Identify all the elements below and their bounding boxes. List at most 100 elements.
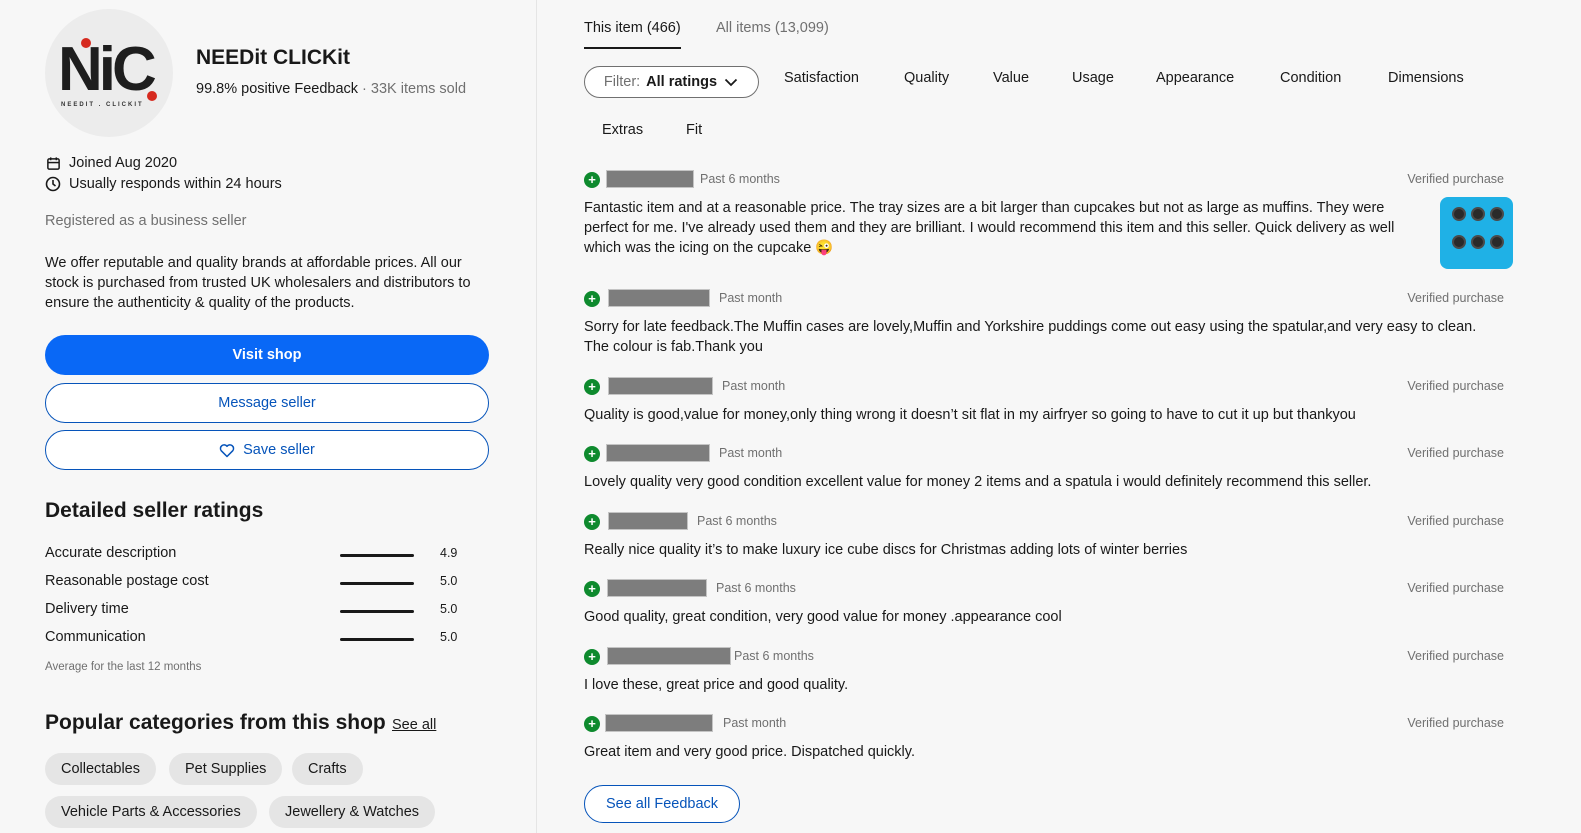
- rating-value: 5.0: [440, 574, 458, 588]
- seller-name[interactable]: NEEDit CLICKit: [196, 46, 350, 70]
- category-chip[interactable]: Vehicle Parts & Accessories: [45, 796, 257, 828]
- responds-line: Usually responds within 24 hours: [45, 176, 282, 192]
- rating-value: 5.0: [440, 602, 458, 616]
- photo-detail: [1490, 235, 1504, 249]
- verified-purchase: Verified purchase: [1407, 716, 1504, 730]
- photo-detail: [1471, 235, 1485, 249]
- verified-purchase: Verified purchase: [1407, 581, 1504, 595]
- redacted-username: [606, 444, 710, 462]
- ratings-filter-dropdown[interactable]: Filter: All ratings: [584, 66, 759, 98]
- clock-icon: [45, 176, 61, 192]
- category-chip[interactable]: Collectables: [45, 753, 156, 785]
- items-sold: 33K items sold: [370, 81, 467, 97]
- positive-feedback: 99.8% positive Feedback: [196, 81, 359, 97]
- tab-this-item[interactable]: This item (466): [584, 20, 681, 36]
- logo-dot: [81, 38, 91, 48]
- positive-rating-icon: +: [584, 716, 600, 732]
- review-time: Past month: [719, 291, 783, 305]
- see-all-categories-link[interactable]: See all: [392, 717, 436, 733]
- review-text: I love these, great price and good quali…: [584, 677, 849, 693]
- visit-shop-label: Visit shop: [232, 347, 302, 363]
- joined-line: Joined Aug 2020: [45, 155, 177, 171]
- stats-separator: ·: [362, 81, 367, 97]
- review-text: Sorry for late feedback.The Muffin cases…: [584, 319, 1477, 355]
- message-seller-label: Message seller: [218, 395, 316, 411]
- rating-label: Accurate description: [45, 545, 177, 561]
- rating-bar: [340, 582, 414, 585]
- category-chip[interactable]: Pet Supplies: [169, 753, 283, 785]
- aspect-dimensions[interactable]: Dimensions: [1388, 70, 1464, 86]
- review-text: Lovely quality very good condition excel…: [584, 474, 1372, 490]
- tab-all-items[interactable]: All items (13,099): [716, 20, 829, 36]
- aspect-satisfaction[interactable]: Satisfaction: [784, 70, 859, 86]
- rating-label: Delivery time: [45, 601, 129, 617]
- chevron-down-icon: [723, 74, 739, 90]
- visit-shop-button[interactable]: Visit shop: [45, 335, 489, 375]
- review-text: Really nice quality it’s to make luxury …: [584, 542, 1188, 558]
- category-chip[interactable]: Crafts: [292, 753, 363, 785]
- see-all-feedback-button[interactable]: See all Feedback: [584, 785, 740, 823]
- redacted-username: [607, 647, 731, 665]
- logo-letters: NiC: [58, 35, 157, 104]
- filter-label: Filter:: [603, 74, 641, 90]
- rating-bar: [340, 554, 414, 557]
- logo-subtext: NEEDIT . CLICKIT: [61, 102, 144, 108]
- calendar-icon: [45, 155, 61, 171]
- verified-purchase: Verified purchase: [1407, 514, 1504, 528]
- positive-rating-icon: +: [584, 379, 600, 395]
- aspect-quality[interactable]: Quality: [904, 70, 949, 86]
- positive-rating-icon: +: [584, 172, 600, 188]
- verified-purchase: Verified purchase: [1407, 379, 1504, 393]
- review-time: Past 6 months: [700, 172, 780, 186]
- rating-label: Communication: [45, 629, 146, 645]
- positive-rating-icon: +: [584, 581, 600, 597]
- review-time: Past month: [723, 716, 787, 730]
- positive-rating-icon: +: [584, 446, 600, 462]
- rating-bar: [340, 610, 414, 613]
- review-text: Quality is good,value for money,only thi…: [584, 407, 1356, 423]
- positive-rating-icon: +: [584, 514, 600, 530]
- seller-logo[interactable]: NiC NEEDIT . CLICKIT: [45, 9, 173, 137]
- verified-purchase: Verified purchase: [1407, 291, 1504, 305]
- popular-categories-title: Popular categories from this shop: [45, 711, 386, 734]
- rating-value: 5.0: [440, 630, 458, 644]
- rating-row: Accurate description 4.9: [45, 545, 465, 565]
- rating-label: Reasonable postage cost: [45, 573, 209, 589]
- review-time: Past month: [719, 446, 783, 460]
- ratings-note: Average for the last 12 months: [45, 661, 202, 673]
- redacted-username: [605, 714, 713, 732]
- redacted-username: [608, 289, 710, 307]
- positive-rating-icon: +: [584, 291, 600, 307]
- review-text: Good quality, great condition, very good…: [584, 609, 1062, 625]
- logo-dot: [147, 91, 157, 101]
- rating-bar: [340, 638, 414, 641]
- see-all-feedback-label: See all Feedback: [605, 796, 719, 812]
- redacted-username: [608, 377, 713, 395]
- photo-detail: [1490, 207, 1504, 221]
- category-chip[interactable]: Jewellery & Watches: [269, 796, 436, 828]
- aspect-value[interactable]: Value: [993, 70, 1029, 86]
- aspect-usage[interactable]: Usage: [1072, 70, 1114, 86]
- review-photo[interactable]: [1440, 197, 1513, 269]
- rating-row: Delivery time 5.0: [45, 601, 465, 621]
- review-time: Past 6 months: [697, 514, 777, 528]
- review-time: Past month: [722, 379, 786, 393]
- active-tab-indicator: [584, 47, 681, 49]
- filter-value: All ratings: [646, 74, 718, 90]
- aspect-condition[interactable]: Condition: [1280, 70, 1341, 86]
- review-text: Fantastic item and at a reasonable price…: [584, 200, 1395, 256]
- responds-text: Usually responds within 24 hours: [69, 176, 282, 192]
- positive-rating-icon: +: [584, 649, 600, 665]
- save-seller-button[interactable]: Save seller: [45, 430, 489, 470]
- rating-row: Reasonable postage cost 5.0: [45, 573, 465, 593]
- heart-icon: [219, 442, 235, 458]
- review-text: Great item and very good price. Dispatch…: [584, 744, 915, 760]
- joined-text: Joined Aug 2020: [69, 155, 178, 171]
- aspect-fit[interactable]: Fit: [686, 122, 702, 138]
- aspect-extras[interactable]: Extras: [602, 122, 643, 138]
- review-time: Past 6 months: [734, 649, 814, 663]
- message-seller-button[interactable]: Message seller: [45, 383, 489, 423]
- seller-panel: NiC NEEDIT . CLICKIT NEEDit CLICKit 99.8…: [0, 0, 537, 833]
- detailed-ratings-title: Detailed seller ratings: [45, 499, 264, 522]
- aspect-appearance[interactable]: Appearance: [1156, 70, 1234, 86]
